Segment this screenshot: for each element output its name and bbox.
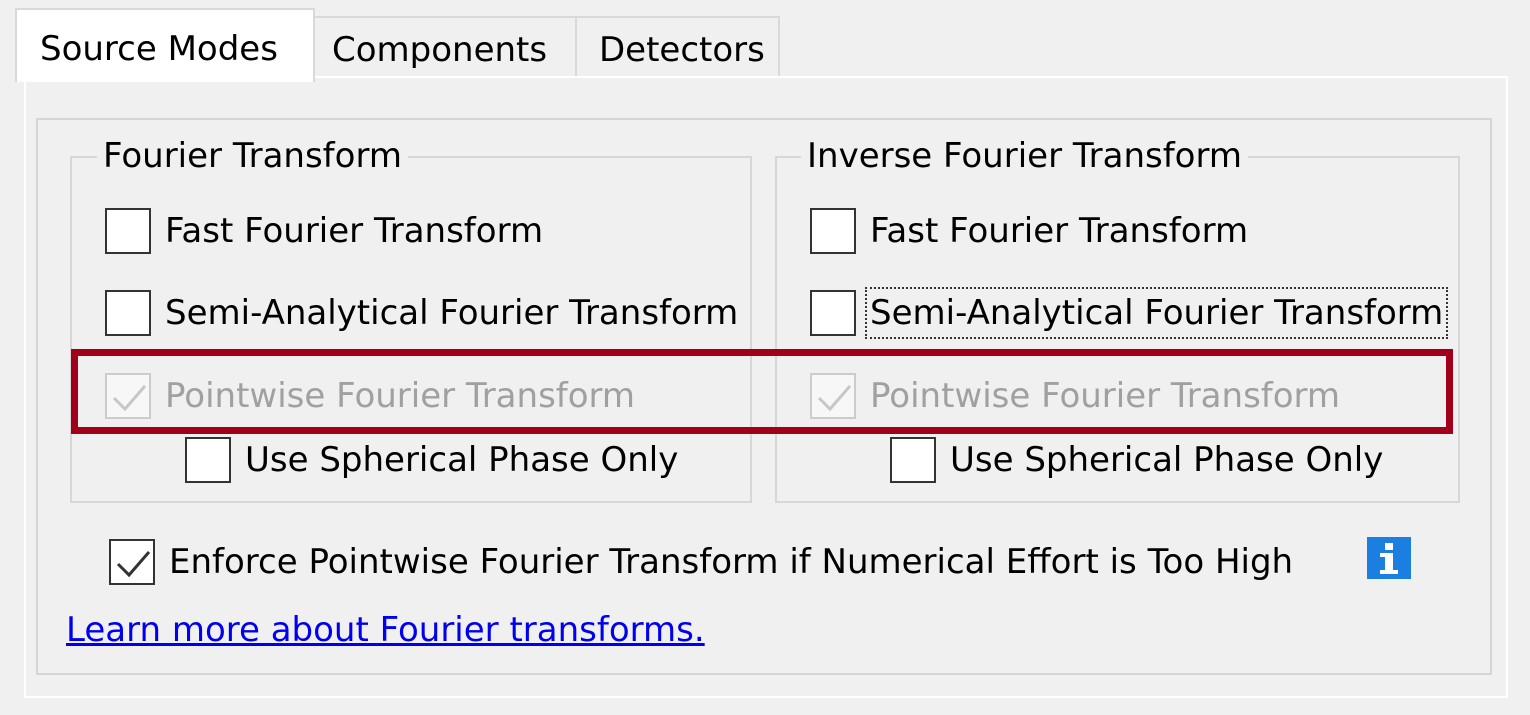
- pointwise-label: Pointwise Fourier Transform: [165, 376, 636, 416]
- spherical-phase-label: Use Spherical Phase Only: [245, 440, 679, 480]
- inverse-spherical-phase-label: Use Spherical Phase Only: [950, 440, 1384, 480]
- checkbox-box[interactable]: [890, 437, 936, 483]
- checkbox-box[interactable]: [109, 539, 155, 585]
- checkmark-icon: [817, 385, 852, 412]
- inverse-semi-analytical-label: Semi-Analytical Fourier Transform: [864, 287, 1449, 339]
- checkbox-box[interactable]: [105, 373, 151, 419]
- group-title: Fourier Transform: [97, 130, 408, 182]
- inverse-pointwise-label: Pointwise Fourier Transform: [870, 376, 1341, 416]
- enforce-pointwise-label: Enforce Pointwise Fourier Transform if N…: [169, 542, 1294, 582]
- inverse-fft-label: Fast Fourier Transform: [870, 211, 1249, 251]
- checkmark-icon: [112, 385, 147, 412]
- checkbox-box[interactable]: [185, 437, 231, 483]
- tab-detectors[interactable]: Detectors: [575, 16, 780, 78]
- tab-components[interactable]: Components: [313, 16, 577, 78]
- semi-analytical-label: Semi-Analytical Fourier Transform: [165, 293, 739, 333]
- checkbox-box[interactable]: [810, 290, 856, 336]
- tab-label: Detectors: [599, 30, 765, 70]
- info-glyph: [1380, 543, 1398, 574]
- checkbox-box[interactable]: [105, 290, 151, 336]
- learn-more-link[interactable]: Learn more about Fourier transforms.: [66, 607, 705, 653]
- checkbox-box[interactable]: [810, 208, 856, 254]
- fft-label: Fast Fourier Transform: [165, 211, 544, 251]
- tab-label: Components: [332, 30, 548, 70]
- source-modes-dialog: Source Modes Components Detectors Fourie…: [0, 0, 1530, 715]
- tab-source-modes[interactable]: Source Modes: [15, 8, 315, 82]
- info-icon[interactable]: [1367, 537, 1411, 579]
- checkbox-box[interactable]: [810, 373, 856, 419]
- checkmark-icon: [116, 551, 151, 578]
- tab-label: Source Modes: [40, 29, 278, 69]
- group-title: Inverse Fourier Transform: [801, 130, 1248, 182]
- checkbox-box[interactable]: [105, 208, 151, 254]
